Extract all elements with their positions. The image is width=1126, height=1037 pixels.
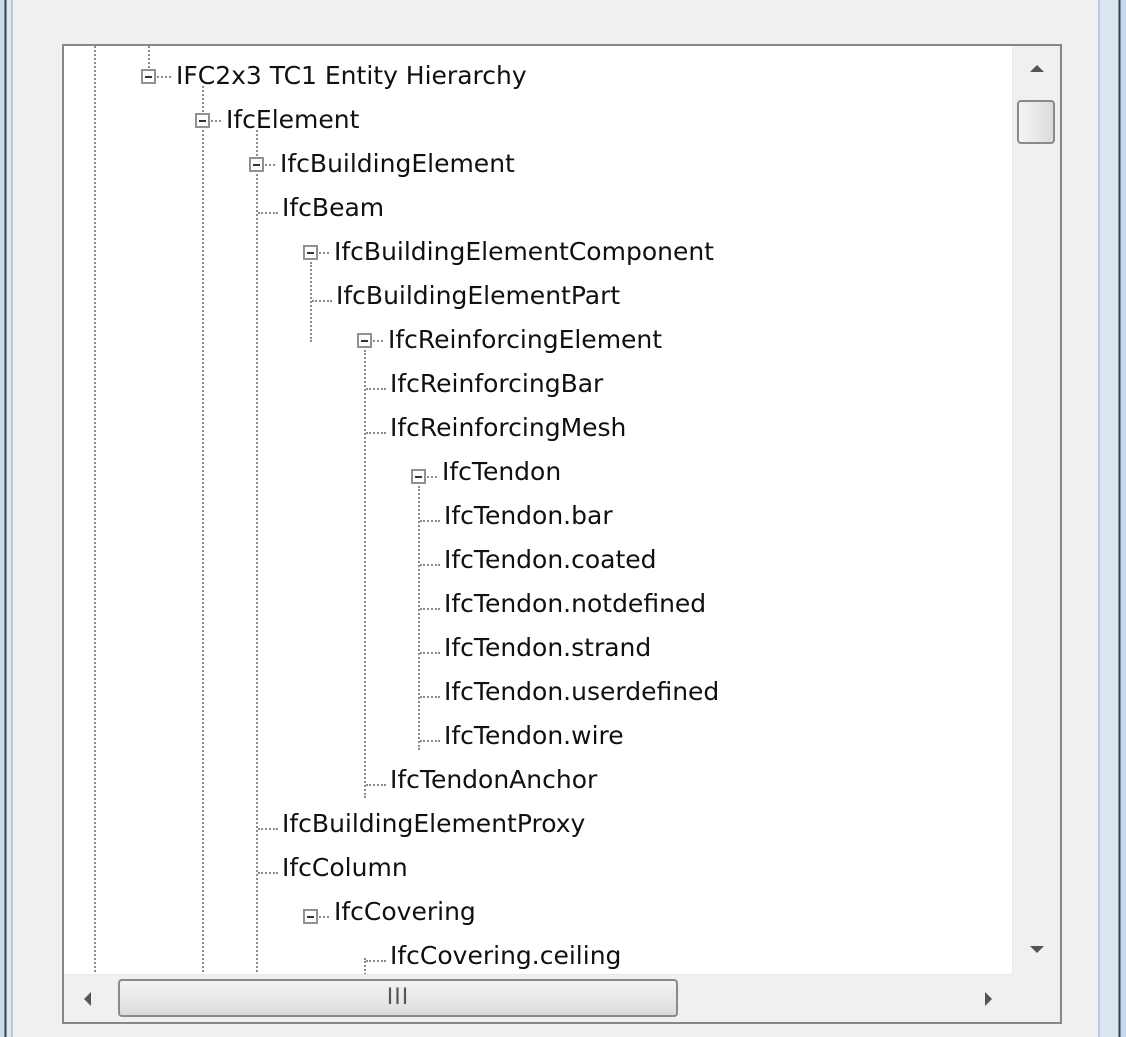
- collapse-icon[interactable]: [249, 157, 264, 172]
- tree-canvas: IFC2x3 TC1 Entity Hierarchy IfcElement I…: [64, 46, 1014, 976]
- tree-node[interactable]: IfcReinforcingMesh: [390, 412, 626, 444]
- tree-node[interactable]: IfcTendon: [442, 456, 561, 488]
- tree-node[interactable]: IfcBuildingElementPart: [336, 280, 620, 312]
- collapse-icon[interactable]: [303, 909, 318, 924]
- tree-connector: [148, 46, 150, 68]
- tree-node[interactable]: IfcCovering: [334, 896, 476, 928]
- tree-connector: [310, 262, 312, 342]
- arrow-right-icon[interactable]: [964, 975, 1012, 1022]
- tree-connector: [258, 828, 278, 830]
- tree-connector: [312, 300, 332, 302]
- tree-connector: [366, 784, 386, 786]
- scroll-corner: [1012, 974, 1060, 1022]
- vertical-scroll-thumb[interactable]: [1017, 100, 1055, 144]
- tree-node[interactable]: IfcReinforcingBar: [390, 368, 603, 400]
- tree-node-root[interactable]: IFC2x3 TC1 Entity Hierarchy: [176, 60, 527, 92]
- tree-connector: [420, 608, 440, 610]
- tree-node[interactable]: IfcReinforcingElement: [388, 324, 662, 356]
- scroll-grip: III: [386, 985, 410, 1010]
- tree-connector: [364, 350, 366, 798]
- horizontal-scrollbar[interactable]: III: [64, 974, 1012, 1022]
- tree-connector: [373, 340, 383, 342]
- tree-connector: [427, 476, 437, 478]
- tree-connector: [420, 564, 440, 566]
- tree-node[interactable]: IfcTendon.coated: [444, 544, 657, 576]
- window-frame: IFC2x3 TC1 Entity Hierarchy IfcElement I…: [0, 0, 1126, 1037]
- tree-connector: [366, 388, 386, 390]
- tree-connector: [366, 960, 386, 962]
- tree-connector: [319, 252, 329, 254]
- tree-node[interactable]: IfcTendon.strand: [444, 632, 651, 664]
- horizontal-scroll-thumb[interactable]: III: [118, 979, 678, 1017]
- tree-connector: [319, 916, 329, 918]
- collapse-icon[interactable]: [195, 113, 210, 128]
- arrow-left-icon[interactable]: [64, 975, 112, 1022]
- collapse-icon[interactable]: [303, 245, 318, 260]
- tree-connector: [202, 86, 204, 976]
- tree-connector: [256, 130, 258, 976]
- tree-node[interactable]: IfcColumn: [282, 852, 408, 884]
- window-edge-right: [1092, 0, 1126, 1037]
- vertical-scrollbar[interactable]: [1012, 46, 1060, 974]
- tree-node[interactable]: IfcBuildingElement: [280, 148, 515, 180]
- tree-connector: [157, 76, 171, 78]
- tree-node[interactable]: IfcBuildingElementProxy: [282, 808, 585, 840]
- tree-node[interactable]: IfcTendon.userdefined: [444, 676, 719, 708]
- arrow-down-icon[interactable]: [1013, 926, 1060, 974]
- tree-connector: [420, 696, 440, 698]
- tree-connector: [420, 520, 440, 522]
- tree-node[interactable]: IfcCovering.ceiling: [390, 940, 621, 972]
- tree-node[interactable]: IfcTendon.bar: [444, 500, 613, 532]
- tree-connector: [265, 164, 275, 166]
- tree-node[interactable]: IfcElement: [226, 104, 359, 136]
- tree-connector: [420, 652, 440, 654]
- tree-connector: [418, 486, 420, 750]
- tree-node[interactable]: IfcTendon.wire: [444, 720, 624, 752]
- tree-connector: [366, 432, 386, 434]
- tree-connector: [211, 120, 221, 122]
- tree-connector: [258, 212, 278, 214]
- collapse-icon[interactable]: [411, 469, 426, 484]
- collapse-icon[interactable]: [141, 69, 156, 84]
- tree-node[interactable]: IfcBuildingElementComponent: [334, 236, 714, 268]
- tree-view[interactable]: IFC2x3 TC1 Entity Hierarchy IfcElement I…: [62, 44, 1062, 1024]
- tree-connector: [258, 872, 278, 874]
- tree-connector: [94, 46, 96, 976]
- tree-node[interactable]: IfcTendon.notdefined: [444, 588, 706, 620]
- arrow-up-icon[interactable]: [1013, 46, 1060, 94]
- tree-node[interactable]: IfcTendonAnchor: [390, 764, 597, 796]
- collapse-icon[interactable]: [357, 333, 372, 348]
- window-edge-left: [0, 0, 14, 1037]
- tree-connector: [420, 740, 440, 742]
- tree-node[interactable]: IfcBeam: [282, 192, 384, 224]
